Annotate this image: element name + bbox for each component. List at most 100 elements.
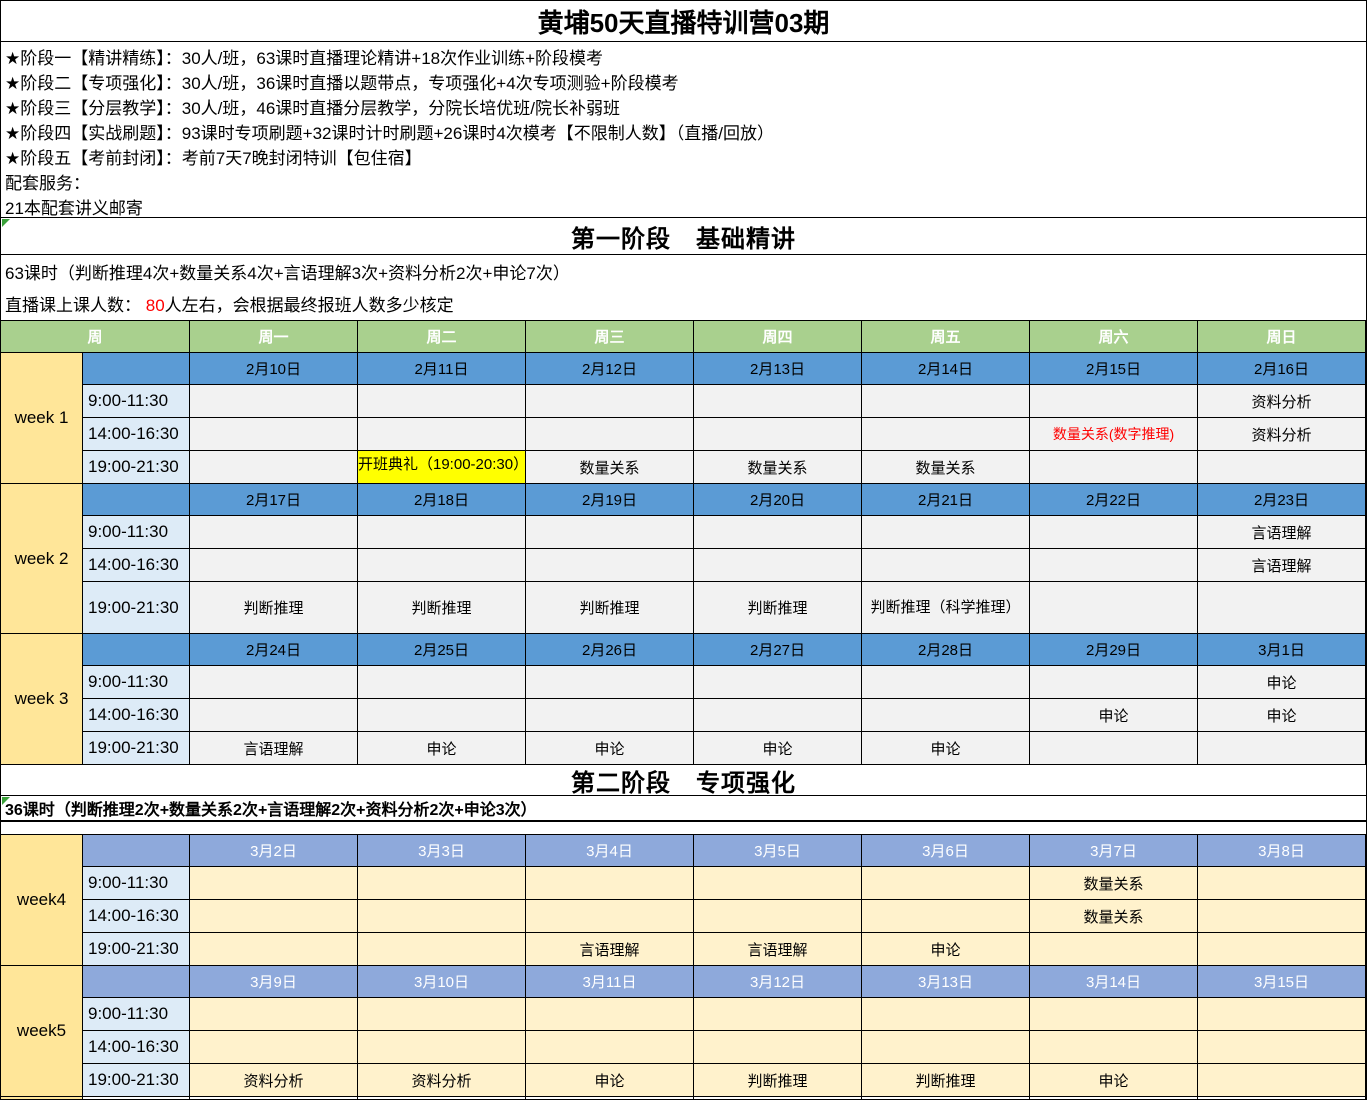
date-cell[interactable]: 2月20日 — [694, 484, 862, 516]
time-cell[interactable]: 9:00-11:30 — [83, 516, 190, 549]
stage2-heading[interactable]: 第二阶段 专项强化 — [1, 765, 1366, 796]
date-cell[interactable]: 2月24日 — [190, 634, 358, 666]
schedule-cell[interactable] — [862, 516, 1030, 549]
schedule-cell[interactable]: 申论 — [1030, 699, 1198, 732]
date-cell[interactable]: 2月25日 — [358, 634, 526, 666]
schedule-cell[interactable] — [862, 900, 1030, 933]
schedule-cell[interactable] — [862, 385, 1030, 418]
schedule-cell[interactable]: 言语理解 — [190, 732, 358, 765]
schedule-cell[interactable] — [190, 699, 358, 732]
schedule-cell[interactable] — [1030, 1031, 1198, 1064]
schedule-cell[interactable]: 言语理解 — [694, 933, 862, 966]
date-cell[interactable]: 2月15日 — [1030, 353, 1198, 385]
time-cell[interactable]: 19:00-21:30 — [83, 732, 190, 765]
schedule-cell[interactable]: 资料分析 — [190, 1064, 358, 1097]
schedule-cell[interactable]: 申论 — [694, 732, 862, 765]
date-cell[interactable]: 3月15日 — [1198, 966, 1366, 998]
schedule-cell[interactable] — [1030, 549, 1198, 582]
schedule-cell[interactable] — [694, 998, 862, 1031]
date-cell[interactable]: 3月8日 — [1198, 835, 1366, 867]
schedule-cell[interactable] — [862, 1031, 1030, 1064]
stage1-capacity[interactable]: 直播课上课人数： 80人左右，会根据最终报班人数多少核定 — [5, 291, 1366, 316]
schedule-cell[interactable] — [190, 418, 358, 451]
time-cell[interactable]: 14:00-16:30 — [83, 418, 190, 451]
schedule-cell[interactable]: 申论 — [358, 732, 526, 765]
schedule-cell[interactable]: 申论 — [526, 732, 694, 765]
schedule-cell[interactable]: 言语理解 — [526, 933, 694, 966]
date-cell[interactable]: 2月21日 — [862, 484, 1030, 516]
date-cell[interactable]: 2月27日 — [694, 634, 862, 666]
weekday-header-cell[interactable]: 周五 — [862, 321, 1030, 353]
schedule-cell[interactable]: 数量关系 — [526, 451, 694, 484]
schedule-cell[interactable] — [1030, 385, 1198, 418]
schedule-cell[interactable] — [694, 549, 862, 582]
date-filler-cell[interactable] — [83, 966, 190, 998]
schedule-cell[interactable] — [190, 516, 358, 549]
schedule-cell[interactable] — [358, 385, 526, 418]
weekday-header-cell[interactable]: 周 — [1, 321, 190, 353]
date-cell[interactable]: 2月17日 — [190, 484, 358, 516]
schedule-cell[interactable] — [1030, 666, 1198, 699]
date-cell[interactable]: 2月11日 — [358, 353, 526, 385]
schedule-cell[interactable] — [694, 900, 862, 933]
schedule-cell[interactable] — [1198, 933, 1366, 966]
schedule-cell[interactable]: 申论 — [862, 732, 1030, 765]
date-cell[interactable]: 3月9日 — [190, 966, 358, 998]
weekday-header-cell[interactable]: 周四 — [694, 321, 862, 353]
date-cell[interactable]: 3月11日 — [526, 966, 694, 998]
schedule-cell[interactable] — [358, 516, 526, 549]
schedule-cell[interactable] — [1198, 732, 1366, 765]
week-label[interactable]: week 1 — [1, 353, 83, 484]
time-cell[interactable]: 14:00-16:30 — [83, 1031, 190, 1064]
stage1-hours[interactable]: 63课时（判断推理4次+数量关系4次+言语理解3次+资料分析2次+申论7次） — [5, 259, 1366, 284]
schedule-cell[interactable] — [358, 998, 526, 1031]
stage1-heading[interactable]: 第一阶段 基础精讲 — [1, 218, 1366, 255]
time-cell[interactable]: 9:00-11:30 — [83, 385, 190, 418]
date-cell[interactable]: 2月28日 — [862, 634, 1030, 666]
schedule-cell[interactable] — [190, 998, 358, 1031]
schedule-cell[interactable] — [862, 549, 1030, 582]
schedule-cell[interactable] — [526, 1031, 694, 1064]
schedule-cell[interactable] — [1030, 516, 1198, 549]
schedule-cell[interactable]: 判断推理 — [526, 582, 694, 634]
time-cell[interactable]: 19:00-21:30 — [83, 582, 190, 634]
schedule-cell[interactable] — [862, 666, 1030, 699]
date-filler-cell[interactable] — [83, 634, 190, 666]
date-cell[interactable]: 3月2日 — [190, 835, 358, 867]
schedule-cell[interactable] — [358, 666, 526, 699]
schedule-cell[interactable]: 数量关系 — [862, 451, 1030, 484]
date-filler-cell[interactable] — [83, 353, 190, 385]
schedule-cell[interactable] — [190, 549, 358, 582]
schedule-cell[interactable] — [862, 867, 1030, 900]
time-cell[interactable]: 14:00-16:30 — [83, 549, 190, 582]
schedule-cell[interactable] — [358, 418, 526, 451]
schedule-cell[interactable] — [190, 1031, 358, 1064]
schedule-cell[interactable] — [1198, 582, 1366, 634]
schedule-cell[interactable]: 资料分析 — [1198, 418, 1366, 451]
schedule-cell[interactable]: 数量关系 — [1030, 900, 1198, 933]
date-cell[interactable]: 3月10日 — [358, 966, 526, 998]
schedule-cell[interactable] — [862, 998, 1030, 1031]
schedule-cell[interactable]: 申论 — [1198, 699, 1366, 732]
schedule-cell[interactable] — [526, 666, 694, 699]
schedule-cell[interactable] — [526, 385, 694, 418]
time-cell[interactable]: 19:00-21:30 — [83, 1064, 190, 1097]
schedule-cell[interactable] — [694, 418, 862, 451]
schedule-cell[interactable]: 申论 — [526, 1064, 694, 1097]
date-filler-cell[interactable] — [83, 835, 190, 867]
schedule-cell[interactable]: 开班典礼（19:00-20:30） — [358, 451, 526, 484]
schedule-cell[interactable] — [1030, 732, 1198, 765]
schedule-cell[interactable] — [862, 699, 1030, 732]
schedule-cell[interactable]: 数量关系 — [694, 451, 862, 484]
date-cell[interactable]: 3月14日 — [1030, 966, 1198, 998]
schedule-cell[interactable]: 申论 — [1030, 1064, 1198, 1097]
date-cell[interactable]: 2月10日 — [190, 353, 358, 385]
schedule-cell[interactable] — [1030, 933, 1198, 966]
date-cell[interactable]: 2月26日 — [526, 634, 694, 666]
schedule-cell[interactable] — [526, 516, 694, 549]
schedule-cell[interactable] — [694, 385, 862, 418]
schedule-cell[interactable]: 数量关系 — [1030, 867, 1198, 900]
schedule-cell[interactable] — [526, 549, 694, 582]
time-cell[interactable]: 19:00-21:30 — [83, 933, 190, 966]
schedule-cell[interactable]: 言语理解 — [1198, 549, 1366, 582]
